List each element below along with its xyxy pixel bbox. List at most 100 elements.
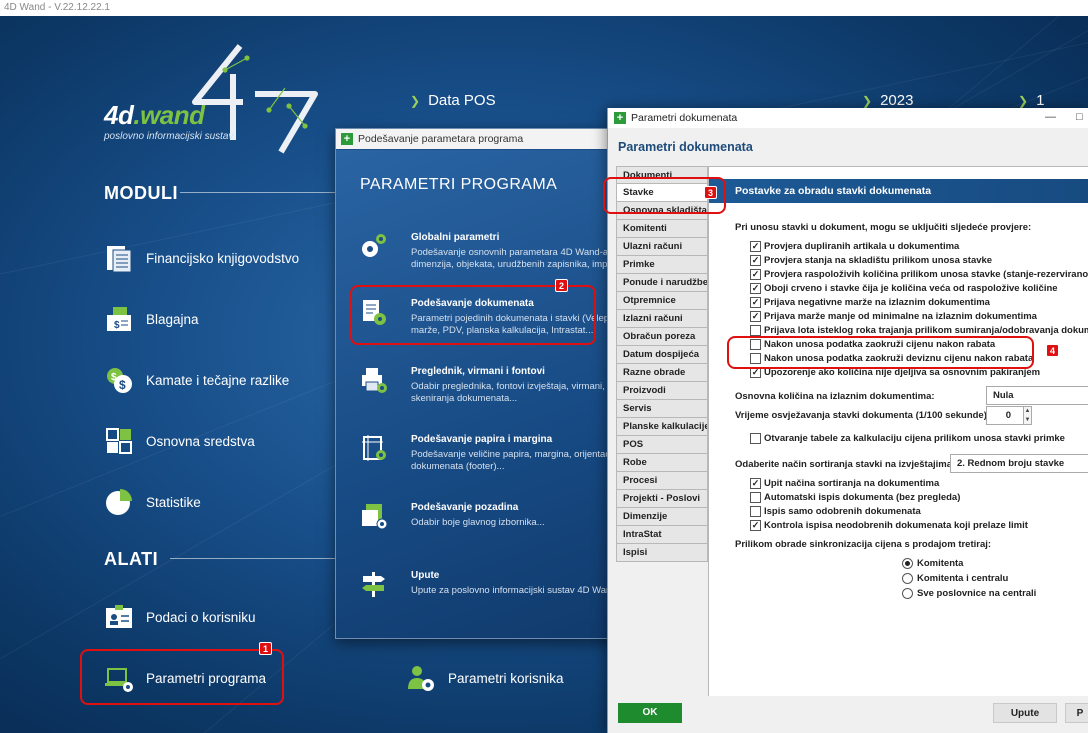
tab-primke[interactable]: Primke bbox=[616, 256, 708, 274]
tab-planske-kalkulacije[interactable]: Planske kalkulacije bbox=[616, 418, 708, 436]
pp-item-papir-margine[interactable]: Podešavanje papira i margina Podešavanje… bbox=[360, 434, 634, 473]
tab-dimenzije[interactable]: Dimenzije bbox=[616, 508, 708, 526]
palette-gear-icon bbox=[362, 504, 388, 530]
tab-izlazni-racuni[interactable]: Izlazni računi bbox=[616, 310, 708, 328]
module-blagajna[interactable]: $ Blagajna bbox=[104, 299, 199, 339]
pp-item-description: Podešavanje osnovnih parametara 4D Wand-… bbox=[411, 247, 614, 270]
tab-razne-obrade[interactable]: Razne obrade bbox=[616, 364, 708, 382]
module-financijsko-knjigovodstvo[interactable]: Financijsko knjigovodstvo bbox=[104, 238, 299, 278]
pp-item-pozadina[interactable]: Podešavanje pozadina Odabir boje glavnog… bbox=[360, 502, 634, 530]
help-button[interactable]: Upute bbox=[993, 703, 1057, 723]
chevron-down-icon: ❯ bbox=[1018, 93, 1029, 108]
tab-ponude-i-narudzbe[interactable]: Ponude i narudžbe bbox=[616, 274, 708, 292]
tool-podaci-o-korisniku[interactable]: Podaci o korisniku bbox=[104, 597, 256, 637]
checkbox: ✓ bbox=[750, 241, 761, 252]
program-params-body: PARAMETRI PROGRAMA Globalni parametri Po… bbox=[336, 150, 634, 638]
tab-datum-dospijeca[interactable]: Datum dospijeća bbox=[616, 346, 708, 364]
check-min-margin[interactable]: ✓ Prijava marže manje od minimalne na izl… bbox=[750, 311, 1037, 322]
pp-item-globalni-parametri[interactable]: Globalni parametri Podešavanje osnovnih … bbox=[360, 232, 634, 271]
module-label: Financijsko knjigovodstvo bbox=[146, 250, 300, 266]
module-label: Statistike bbox=[146, 494, 201, 510]
unit-selector[interactable]: ❯ 1 bbox=[1018, 92, 1044, 109]
database-selector[interactable]: ❯ Data POS bbox=[410, 92, 496, 109]
refresh-time-label: Vrijeme osvježavanja stavki dokumenta (1… bbox=[735, 410, 991, 421]
tab-proizvodi[interactable]: Proizvodi bbox=[616, 382, 708, 400]
check-stock-level[interactable]: ✓ Provjera stanja na skladištu prilikom u… bbox=[750, 255, 992, 266]
refresh-time-input[interactable]: 0 bbox=[986, 406, 1024, 425]
tab-ulazni-racuni[interactable]: Ulazni računi bbox=[616, 238, 708, 256]
assets-grid-icon bbox=[106, 428, 132, 454]
tab-obracun-poreza[interactable]: Obračun poreza bbox=[616, 328, 708, 346]
check-available-qty[interactable]: ✓ Provjera raspoloživih količina prilikom… bbox=[750, 269, 1088, 280]
cash-register-icon: $ bbox=[107, 307, 131, 331]
module-kamate[interactable]: $ $ Kamate i tečajne razlike bbox=[104, 360, 289, 400]
tab-pos[interactable]: POS bbox=[616, 436, 708, 454]
pp-item-upute[interactable]: Upute Upute za poslovno informacijski su… bbox=[360, 570, 634, 598]
checkbox: ✓ bbox=[750, 478, 761, 489]
svg-text:$: $ bbox=[114, 320, 120, 331]
tab-intrastat[interactable]: IntraStat bbox=[616, 526, 708, 544]
printer-gear-icon bbox=[362, 368, 387, 393]
annotation-badge-1: 1 bbox=[259, 642, 272, 655]
checkbox: ✓ bbox=[750, 520, 761, 531]
tab-projekti-poslovi[interactable]: Projekti - Poslovi bbox=[616, 490, 708, 508]
section-divider bbox=[180, 192, 335, 193]
base-qty-select[interactable]: Nula bbox=[986, 386, 1088, 405]
modules-section-title: MODULI bbox=[104, 183, 178, 203]
app-plus-icon: + bbox=[614, 112, 626, 124]
check-auto-print[interactable]: Automatski ispis dokumenta (bez pregleda… bbox=[750, 492, 960, 503]
checkbox bbox=[750, 433, 761, 444]
signpost-icon bbox=[362, 572, 385, 597]
check-print-limit-control[interactable]: ✓ Kontrola ispisa neodobrenih dokumenata … bbox=[750, 520, 1028, 531]
page-margins-icon bbox=[362, 435, 386, 461]
check-sort-query[interactable]: ✓ Upit načina sortiranja na dokumentima bbox=[750, 478, 939, 489]
sort-order-select[interactable]: 2. Rednom broju stavke bbox=[950, 454, 1088, 473]
tab-ispisi[interactable]: Ispisi bbox=[616, 544, 708, 562]
radio-button bbox=[902, 573, 913, 584]
check-open-calc-table[interactable]: Otvaranje tabele za kalkulaciju cijena p… bbox=[750, 433, 1065, 444]
ok-button[interactable]: OK bbox=[618, 703, 682, 723]
doc-params-button-bar: OK Upute P bbox=[608, 696, 1088, 733]
section-banner: Postavke za obradu stavki dokumenata bbox=[709, 179, 1088, 203]
checkbox: ✓ bbox=[750, 269, 761, 280]
pp-item-title: Podešavanje pozadina bbox=[411, 502, 519, 513]
check-negative-margin[interactable]: ✓ Prijava negativne marže na izlaznim dok… bbox=[750, 297, 990, 308]
radio-komitenta-i-centralu[interactable]: Komitenta i centralu bbox=[902, 573, 1008, 584]
chevron-down-icon: ❯ bbox=[862, 93, 873, 108]
annotation-badge-2: 2 bbox=[555, 279, 568, 292]
check-expired-lot[interactable]: Prijava lota isteklog roka trajanja pril… bbox=[750, 325, 1088, 336]
tool-parametri-korisnika[interactable]: Parametri korisnika bbox=[406, 658, 564, 698]
refresh-time-spinner[interactable]: ▲ ▼ bbox=[1023, 406, 1032, 425]
maximize-button[interactable]: □ bbox=[1076, 111, 1083, 123]
program-params-heading: PARAMETRI PROGRAMA bbox=[360, 176, 558, 193]
doc-params-title-bar: + Parametri dokumenata — □ bbox=[608, 108, 1088, 128]
radio-sve-poslovnice[interactable]: Sve poslovnice na centrali bbox=[902, 588, 1036, 599]
check-color-red[interactable]: ✓ Oboji crveno i stavke čija je količina … bbox=[750, 283, 1058, 294]
module-osnovna-sredstva[interactable]: Osnovna sredstva bbox=[104, 421, 255, 461]
module-statistike[interactable]: Statistike bbox=[104, 482, 201, 522]
pp-item-preglednik[interactable]: Preglednik, virmani i fontovi Odabir pre… bbox=[360, 366, 634, 405]
tab-servis[interactable]: Servis bbox=[616, 400, 708, 418]
pp-item-title: Globalni parametri bbox=[411, 232, 500, 243]
tab-otpremnice[interactable]: Otpremnice bbox=[616, 292, 708, 310]
program-params-window: + Podešavanje parametara programa PARAME… bbox=[335, 128, 635, 639]
program-params-title-bar: + Podešavanje parametara programa bbox=[336, 129, 634, 149]
minimize-button[interactable]: — bbox=[1045, 111, 1056, 123]
module-label: Kamate i tečajne razlike bbox=[146, 372, 290, 388]
ledger-icon bbox=[107, 246, 132, 273]
tab-robe[interactable]: Robe bbox=[616, 454, 708, 472]
svg-text:$: $ bbox=[119, 378, 126, 392]
year-selector[interactable]: ❯ 2023 bbox=[862, 92, 913, 109]
module-label: Osnovna sredstva bbox=[146, 433, 255, 449]
annotation-badge-4: 4 bbox=[1046, 344, 1059, 357]
doc-params-tab-list: Dokumenti Stavke Osnovna skladišta Komit… bbox=[616, 166, 708, 562]
tab-komitenti[interactable]: Komitenti bbox=[616, 220, 708, 238]
check-duplicate-items[interactable]: ✓ Provjera dupliranih artikala u dokument… bbox=[750, 241, 959, 252]
radio-komitenta[interactable]: Komitenta bbox=[902, 558, 963, 569]
extra-button[interactable]: P bbox=[1065, 703, 1088, 723]
checkbox bbox=[750, 492, 761, 503]
pp-item-description: Podešavanje veličine papira, margina, or… bbox=[411, 449, 615, 472]
checkbox: ✓ bbox=[750, 255, 761, 266]
check-print-approved-only[interactable]: Ispis samo odobrenih dokumenata bbox=[750, 506, 921, 517]
tab-procesi[interactable]: Procesi bbox=[616, 472, 708, 490]
